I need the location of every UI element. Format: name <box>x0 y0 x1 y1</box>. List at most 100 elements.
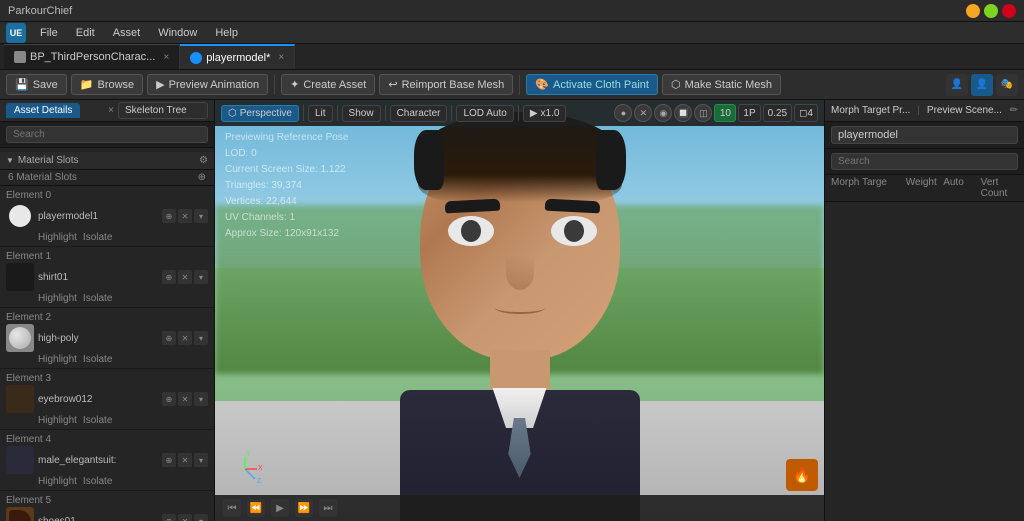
vp-bottom-btn-1[interactable]: ⏮ <box>223 499 241 517</box>
menu-file[interactable]: File <box>32 25 66 41</box>
browse-button[interactable]: 📁 Browse <box>71 74 143 95</box>
tab-bp-label: BP_ThirdPersonCharac... <box>30 51 155 63</box>
create-asset-button[interactable]: ✦ Create Asset <box>281 74 375 95</box>
slot-action-nav-5[interactable]: ⊕ <box>162 514 176 521</box>
panel-close-asset[interactable]: × <box>108 105 114 116</box>
menu-edit[interactable]: Edit <box>68 25 103 41</box>
material-slots-gear[interactable]: ⚙ <box>199 155 208 166</box>
slot-action-nav-4[interactable]: ⊕ <box>162 453 176 467</box>
activate-cloth-button[interactable]: 🎨 Activate Cloth Paint <box>526 74 658 95</box>
tab-close-bp[interactable]: × <box>163 52 169 63</box>
vp-circle-5[interactable]: ◫ <box>694 104 712 122</box>
highlight-0[interactable]: Highlight <box>38 232 77 243</box>
os-window-controls[interactable] <box>966 4 1016 18</box>
vp-circle-4[interactable]: 🔲 <box>674 104 692 122</box>
search-bar <box>0 122 214 148</box>
isolate-0[interactable]: Isolate <box>83 232 112 243</box>
slot-action-more-2[interactable]: ▾ <box>194 331 208 345</box>
panel-tab-asset-details[interactable]: Asset Details <box>6 103 80 118</box>
agent-icon-3[interactable]: 🎭 <box>996 74 1018 96</box>
menu-window[interactable]: Window <box>150 25 205 41</box>
right-search-input[interactable] <box>831 153 1018 170</box>
vp-circle-1[interactable]: ● <box>614 104 632 122</box>
vp-num-1p[interactable]: 1P <box>738 104 760 122</box>
orange-badge[interactable]: 🔥 <box>786 459 818 491</box>
slot-action-nav-3[interactable]: ⊕ <box>162 392 176 406</box>
search-input[interactable] <box>6 126 208 143</box>
slot-action-clear-3[interactable]: ✕ <box>178 392 192 406</box>
app-window: UE File Edit Asset Window Help BP_ThirdP… <box>0 22 1024 521</box>
highlight-3[interactable]: Highlight <box>38 415 77 426</box>
static-label: Make Static Mesh <box>685 79 772 91</box>
vp-bottom-btn-3[interactable]: ⏩ <box>295 499 313 517</box>
slot-action-clear-0[interactable]: ✕ <box>178 209 192 223</box>
right-panel-gear[interactable]: ✏ <box>1010 105 1018 116</box>
slot-label-0: Element 0 <box>6 189 208 202</box>
vp-num-025[interactable]: 0.25 <box>763 104 792 122</box>
slot-action-clear-1[interactable]: ✕ <box>178 270 192 284</box>
lod-btn[interactable]: LOD Auto <box>456 105 513 122</box>
slot-action-nav-1[interactable]: ⊕ <box>162 270 176 284</box>
right-panel-name-input <box>825 122 1024 149</box>
vp-num-10[interactable]: 10 <box>714 104 736 122</box>
tab-bp-thirdperson[interactable]: BP_ThirdPersonCharac... × <box>4 44 180 69</box>
save-button[interactable]: 💾 Save <box>6 74 67 95</box>
slot-action-nav-0[interactable]: ⊕ <box>162 209 176 223</box>
isolate-2[interactable]: Isolate <box>83 354 112 365</box>
slot-action-clear-5[interactable]: ✕ <box>178 514 192 521</box>
thumb-white-0 <box>9 205 31 227</box>
thumb-eyebrow-3 <box>9 395 31 403</box>
slot-action-more-5[interactable]: ▾ <box>194 514 208 521</box>
make-static-button[interactable]: ⬡ Make Static Mesh <box>662 74 781 95</box>
highlight-4[interactable]: Highlight <box>38 476 77 487</box>
slot-row-5: shoes01 ⊕ ✕ ▾ <box>6 507 208 521</box>
save-icon: 💾 <box>15 78 29 91</box>
highlight-2[interactable]: Highlight <box>38 354 77 365</box>
tab-playermodel[interactable]: playermodel* × <box>180 44 295 69</box>
os-minimize-btn[interactable] <box>966 4 980 18</box>
material-slots-header[interactable]: ▼ Material Slots ⚙ <box>0 152 214 170</box>
panel-tab-skeleton[interactable]: Skeleton Tree <box>118 102 208 119</box>
vp-num-4[interactable]: ◻4 <box>794 104 818 122</box>
vp-circle-2[interactable]: ✕ <box>634 104 652 122</box>
vp-bottom-btn-2[interactable]: ⏪ <box>247 499 265 517</box>
char-head <box>410 120 630 360</box>
vp-bottom-btn-4[interactable]: ⏭ <box>319 499 337 517</box>
vp-circle-3[interactable]: ◉ <box>654 104 672 122</box>
slot-name-4: male_elegantsuit: <box>38 455 158 466</box>
tab-close-playermodel[interactable]: × <box>278 52 284 63</box>
viewport[interactable]: ⬡ Perspective Lit Show Character LOD Aut… <box>215 100 824 521</box>
slot-action-more-1[interactable]: ▾ <box>194 270 208 284</box>
menu-help[interactable]: Help <box>207 25 246 41</box>
os-close-btn[interactable] <box>1002 4 1016 18</box>
character-btn[interactable]: Character <box>390 105 448 122</box>
show-btn[interactable]: Show <box>342 105 381 122</box>
highlight-1[interactable]: Highlight <box>38 293 77 304</box>
speed-btn[interactable]: ▶ x1.0 <box>523 105 567 122</box>
agent-icon-2[interactable]: 👤 <box>971 74 993 96</box>
os-maximize-btn[interactable] <box>984 4 998 18</box>
tab-bar: BP_ThirdPersonCharac... × playermodel* × <box>0 44 1024 70</box>
reimport-button[interactable]: ↩ Reimport Base Mesh <box>379 74 513 95</box>
menu-asset[interactable]: Asset <box>105 25 149 41</box>
isolate-1[interactable]: Isolate <box>83 293 112 304</box>
slot-thumb-0 <box>6 202 34 230</box>
slot-action-clear-2[interactable]: ✕ <box>178 331 192 345</box>
perspective-btn[interactable]: ⬡ Perspective <box>221 105 299 122</box>
vp-sep-2 <box>337 105 338 121</box>
static-icon: ⬡ <box>671 78 681 91</box>
playermodel-input[interactable] <box>831 126 1018 144</box>
isolate-3[interactable]: Isolate <box>83 415 112 426</box>
panel-content: ▼ Material Slots ⚙ 6 Material Slots ⊕ El… <box>0 148 214 521</box>
preview-animation-button[interactable]: ▶ Preview Animation <box>147 74 268 95</box>
material-slots-add[interactable]: ⊕ <box>198 172 206 183</box>
vp-bottom-play[interactable]: ▶ <box>271 499 289 517</box>
slot-action-clear-4[interactable]: ✕ <box>178 453 192 467</box>
slot-action-more-4[interactable]: ▾ <box>194 453 208 467</box>
slot-action-more-0[interactable]: ▾ <box>194 209 208 223</box>
agent-icon-1[interactable]: 👤 <box>946 74 968 96</box>
lit-btn[interactable]: Lit <box>308 105 333 122</box>
slot-action-more-3[interactable]: ▾ <box>194 392 208 406</box>
slot-action-nav-2[interactable]: ⊕ <box>162 331 176 345</box>
isolate-4[interactable]: Isolate <box>83 476 112 487</box>
